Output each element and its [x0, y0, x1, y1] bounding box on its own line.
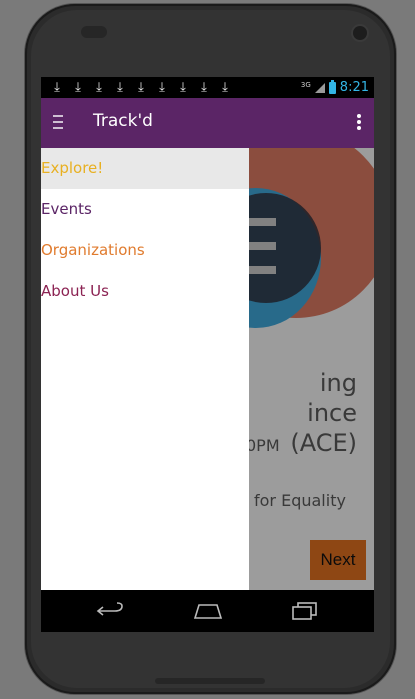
drawer-item-label: Explore!	[41, 159, 104, 177]
overflow-menu-icon[interactable]	[357, 114, 361, 130]
app-title: Track'd	[93, 111, 153, 131]
download-icon: ⤓	[96, 80, 102, 95]
drawer-item-organizations[interactable]: Organizations	[41, 230, 249, 271]
navigation-drawer: Explore! Events Organizations About Us	[41, 148, 249, 590]
status-bar: ⤓ ⤓ ⤓ ⤓ ⤓ ⤓ ⤓ ⤓ ⤓ 3G 8:21	[41, 77, 374, 98]
drawer-item-explore[interactable]: Explore!	[41, 148, 249, 189]
device-chin	[155, 678, 265, 684]
back-icon[interactable]	[95, 601, 125, 621]
download-icon: ⤓	[159, 80, 165, 95]
drawer-item-label: Events	[41, 200, 92, 218]
status-right: 3G 8:21	[301, 77, 369, 98]
download-icon: ⤓	[54, 80, 60, 95]
notification-icons: ⤓ ⤓ ⤓ ⤓ ⤓ ⤓ ⤓ ⤓ ⤓	[51, 78, 231, 97]
drawer-item-events[interactable]: Events	[41, 189, 249, 230]
download-icon: ⤓	[117, 80, 123, 95]
speaker-grille	[81, 26, 107, 38]
network-type: 3G	[300, 80, 311, 89]
home-icon[interactable]	[193, 603, 223, 619]
screen: ⤓ ⤓ ⤓ ⤓ ⤓ ⤓ ⤓ ⤓ ⤓ 3G 8:21 Track'd ing in…	[41, 77, 374, 632]
signal-icon	[314, 82, 325, 93]
front-camera	[353, 26, 367, 40]
menu-icon[interactable]	[53, 115, 63, 129]
system-nav-bar	[41, 590, 374, 632]
app-bar: Track'd	[41, 98, 374, 148]
drawer-item-label: About Us	[41, 282, 109, 300]
download-icon: ⤓	[222, 80, 228, 95]
download-icon: ⤓	[75, 80, 81, 95]
recent-apps-icon[interactable]	[290, 601, 320, 621]
download-icon: ⤓	[201, 80, 207, 95]
drawer-item-about-us[interactable]: About Us	[41, 271, 249, 312]
drawer-item-label: Organizations	[41, 241, 145, 259]
status-clock: 8:21	[339, 80, 369, 95]
download-icon: ⤓	[138, 80, 144, 95]
battery-icon	[328, 79, 336, 94]
download-icon: ⤓	[180, 80, 186, 95]
